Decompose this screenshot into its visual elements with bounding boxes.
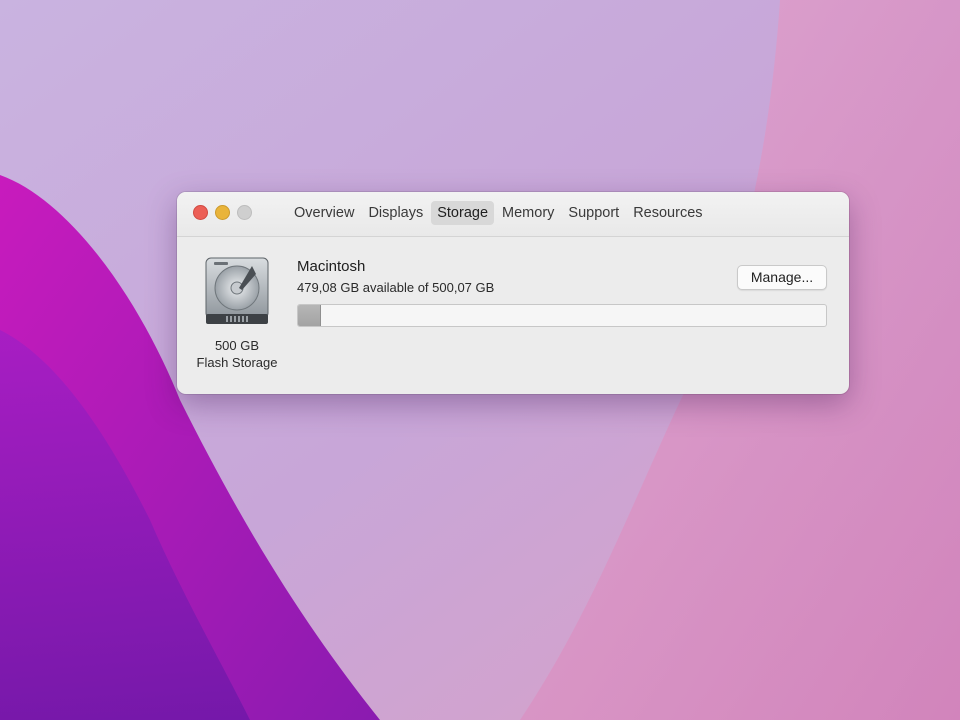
about-this-mac-window: Overview Displays Storage Memory Support… xyxy=(177,192,849,394)
tab-displays[interactable]: Displays xyxy=(362,201,429,225)
storage-usage-bar xyxy=(297,304,827,327)
minimize-window-button[interactable] xyxy=(215,205,230,220)
tab-bar: Overview Displays Storage Memory Support… xyxy=(288,201,709,225)
close-window-button[interactable] xyxy=(193,205,208,220)
storage-used-segment xyxy=(298,305,322,326)
zoom-window-button xyxy=(237,205,252,220)
volume-available-text: 479,08 GB available of 500,07 GB xyxy=(297,280,495,295)
storage-panel: 500 GB Flash Storage Macintosh 479,08 GB… xyxy=(177,237,849,394)
hard-drive-icon xyxy=(204,256,270,326)
disk-type-label: Flash Storage xyxy=(196,355,278,370)
tab-resources[interactable]: Resources xyxy=(627,201,708,225)
tab-support[interactable]: Support xyxy=(562,201,625,225)
title-bar: Overview Displays Storage Memory Support… xyxy=(177,192,849,237)
tab-memory[interactable]: Memory xyxy=(496,201,560,225)
volume-name: Macintosh xyxy=(297,258,366,275)
tab-overview[interactable]: Overview xyxy=(288,201,360,225)
tab-storage[interactable]: Storage xyxy=(431,201,495,225)
disk-capacity-label: 500 GB xyxy=(214,338,260,353)
manage-button[interactable]: Manage... xyxy=(737,265,827,290)
